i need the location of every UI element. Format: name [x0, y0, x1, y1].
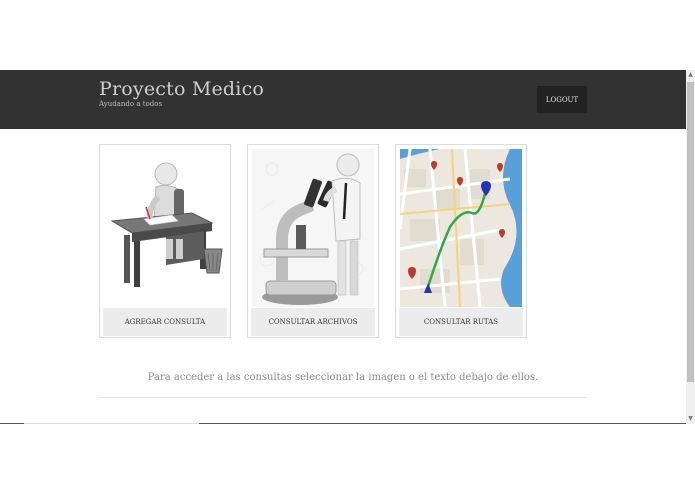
person-at-desk-illustration[interactable]	[104, 149, 226, 307]
card-consultar-archivos: CONSULTAR ARCHIVOS	[247, 144, 379, 338]
vertical-scrollbar[interactable]: ▲ ▼	[686, 70, 695, 424]
site-title[interactable]: Proyecto Medico	[99, 78, 264, 100]
divider	[99, 397, 587, 398]
city-map-route-illustration[interactable]	[400, 149, 522, 307]
site-subtitle: Ayudando a todos	[99, 100, 163, 108]
person-with-microscope-illustration[interactable]	[252, 149, 374, 307]
card-label-agregar-consulta[interactable]: AGREGAR CONSULTA	[103, 308, 227, 336]
card-agregar-consulta: AGREGAR CONSULTA	[99, 144, 231, 338]
instructions-text: Para acceder a las consultas seleccionar…	[147, 372, 539, 383]
scrollbar-thumb[interactable]	[687, 82, 694, 382]
logout-button[interactable]: LOGOUT	[537, 86, 587, 113]
bottom-divider-highlight	[24, 423, 199, 424]
scroll-down-arrow-icon[interactable]: ▼	[686, 414, 695, 424]
card-label-consultar-rutas[interactable]: CONSULTAR RUTAS	[399, 308, 523, 336]
card-label-consultar-archivos[interactable]: CONSULTAR ARCHIVOS	[251, 308, 375, 336]
scroll-up-arrow-icon[interactable]: ▲	[686, 70, 695, 80]
card-consultar-rutas: CONSULTAR RUTAS	[395, 144, 527, 338]
